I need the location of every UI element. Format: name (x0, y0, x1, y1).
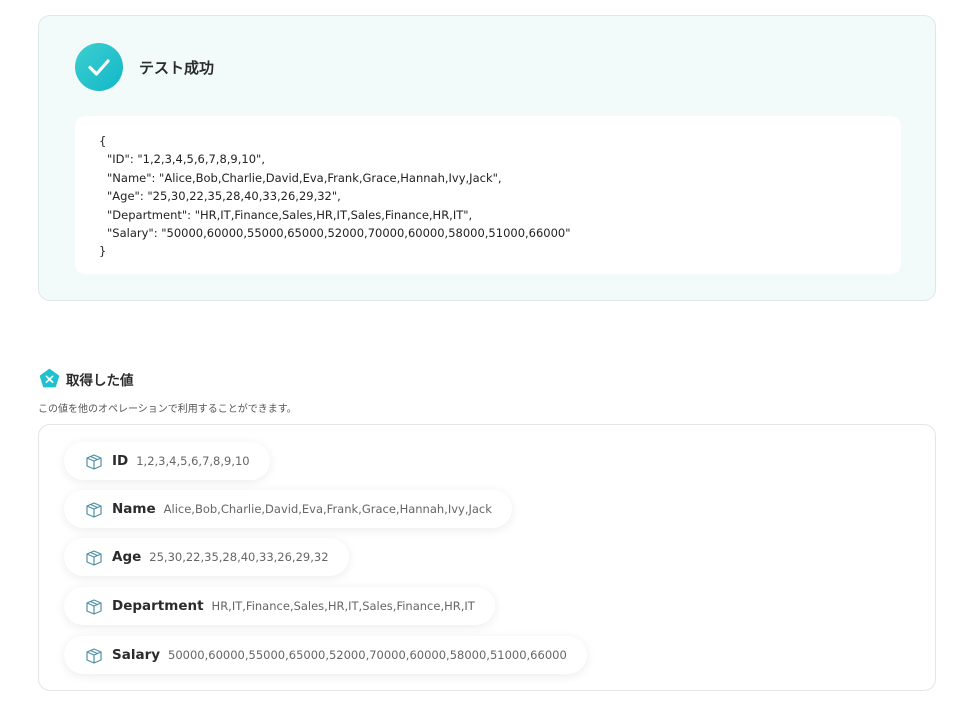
box-icon (86, 454, 102, 470)
value-text: 25,30,22,35,28,40,33,26,29,32 (149, 550, 329, 564)
value-text: 1,2,3,4,5,6,7,8,9,10 (136, 454, 250, 468)
json-line: "Salary": "50000,60000,55000,65000,52000… (107, 226, 571, 241)
values-description: この値を他のオペレーションで利用することができます。 (38, 404, 297, 415)
box-icon (86, 502, 102, 518)
json-line: "Age": "25,30,22,35,28,40,33,26,29,32", (107, 189, 341, 204)
success-title: テスト成功 (139, 58, 215, 77)
value-key: Department (112, 598, 204, 614)
json-line: { (99, 134, 107, 148)
value-chip-age[interactable]: Age 25,30,22,35,28,40,33,26,29,32 (64, 538, 349, 576)
success-header: テスト成功 (75, 43, 214, 91)
json-line: "Name": "Alice,Bob,Charlie,David,Eva,Fra… (107, 170, 502, 185)
json-output: { "ID": "1,2,3,4,5,6,7,8,9,10", "Name": … (75, 116, 901, 274)
json-line: "ID": "1,2,3,4,5,6,7,8,9,10", (107, 152, 265, 167)
value-key: Age (112, 549, 142, 565)
values-title: 取得した値 (66, 372, 134, 389)
value-chip-department[interactable]: Department HR,IT,Finance,Sales,HR,IT,Sal… (64, 587, 495, 625)
box-icon (86, 550, 102, 566)
box-icon (86, 599, 102, 615)
value-chip-id[interactable]: ID 1,2,3,4,5,6,7,8,9,10 (64, 442, 270, 480)
value-key: Salary (112, 647, 161, 663)
check-icon (75, 43, 123, 91)
pentagon-x-icon (39, 368, 60, 388)
box-icon (86, 648, 102, 664)
value-key: ID (112, 453, 129, 469)
value-text: 50000,60000,55000,65000,52000,70000,6000… (168, 648, 567, 662)
value-text: Alice,Bob,Charlie,David,Eva,Frank,Grace,… (163, 502, 492, 516)
value-chip-salary[interactable]: Salary 50000,60000,55000,65000,52000,700… (64, 636, 587, 674)
value-chip-name[interactable]: Name Alice,Bob,Charlie,David,Eva,Frank,G… (64, 490, 512, 528)
value-text: HR,IT,Finance,Sales,HR,IT,Sales,Finance,… (211, 599, 475, 613)
test-result-card: テスト成功 { "ID": "1,2,3,4,5,6,7,8,9,10", "N… (38, 15, 936, 301)
value-key: Name (112, 501, 156, 517)
json-line: } (99, 244, 107, 259)
json-line: "Department": "HR,IT,Finance,Sales,HR,IT… (107, 207, 473, 222)
values-card: ID 1,2,3,4,5,6,7,8,9,10 Name Alice,Bob,C… (38, 424, 936, 691)
values-header: 取得した値 (39, 368, 134, 389)
